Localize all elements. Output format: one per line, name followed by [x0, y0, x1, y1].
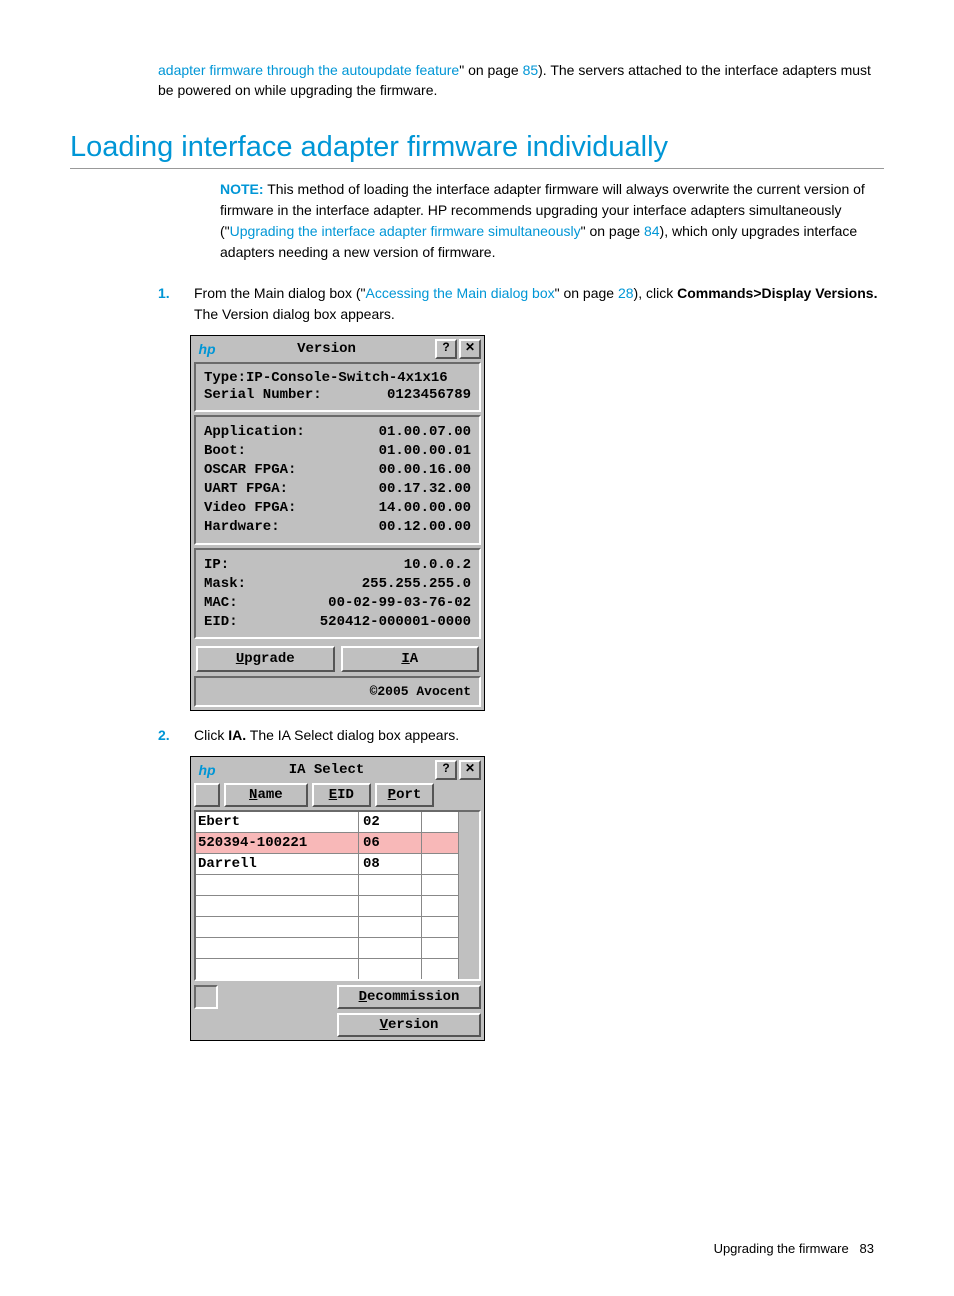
- list-item[interactable]: [196, 959, 458, 979]
- list-item[interactable]: [196, 875, 458, 896]
- hp-logo-icon: hp: [194, 341, 220, 357]
- ia-select-dialog: hp IA Select ? ✕ Name EID Port Ebert02 5…: [190, 756, 485, 1041]
- version-type-panel: Type:IP-Console-Switch-4x1x16 Serial Num…: [194, 362, 481, 413]
- note-link[interactable]: Upgrading the interface adapter firmware…: [230, 223, 581, 239]
- decommission-button[interactable]: Decommission: [337, 985, 481, 1009]
- close-icon[interactable]: ✕: [459, 339, 481, 359]
- page-heading: Loading interface adapter firmware indiv…: [70, 131, 884, 169]
- scrollbar[interactable]: [458, 812, 479, 979]
- step-2: 2. Click IA. The IA Select dialog box ap…: [158, 725, 884, 746]
- ia-list: Ebert02 520394-10022106 Darrell08: [194, 810, 481, 981]
- intro-paragraph: adapter firmware through the autoupdate …: [158, 60, 884, 101]
- version-components-panel: Application:01.00.07.00 Boot:01.00.00.01…: [194, 415, 481, 544]
- close-icon[interactable]: ✕: [459, 760, 481, 780]
- col-name-header[interactable]: Name: [224, 783, 308, 807]
- note-label: NOTE:: [220, 181, 264, 197]
- help-icon[interactable]: ?: [435, 760, 457, 780]
- list-item[interactable]: Darrell08: [196, 854, 458, 875]
- step-1-number: 1.: [158, 283, 170, 304]
- copyright-text: ©2005 Avocent: [194, 676, 481, 707]
- help-icon[interactable]: ?: [435, 339, 457, 359]
- sort-toggle-icon[interactable]: [194, 783, 220, 807]
- version-button[interactable]: Version: [337, 1013, 481, 1037]
- list-item[interactable]: [196, 938, 458, 959]
- version-dialog: hp Version ? ✕ Type:IP-Console-Switch-4x…: [190, 335, 485, 712]
- version-titlebar: hp Version ? ✕: [194, 339, 481, 359]
- ia-title: IA Select: [220, 762, 433, 778]
- version-title: Version: [220, 341, 433, 357]
- note-block: NOTE: This method of loading the interfa…: [220, 179, 870, 263]
- ia-titlebar: hp IA Select ? ✕: [194, 760, 481, 780]
- intro-link[interactable]: adapter firmware through the autoupdate …: [158, 62, 459, 78]
- select-all-checkbox[interactable]: [194, 985, 218, 1009]
- step1-link[interactable]: Accessing the Main dialog box: [366, 285, 555, 301]
- step-2-number: 2.: [158, 725, 170, 746]
- ia-sort-tabs: Name EID Port: [194, 783, 481, 807]
- step-1: 1. From the Main dialog box ("Accessing …: [158, 283, 884, 325]
- list-item[interactable]: [196, 917, 458, 938]
- intro-page-link[interactable]: 85: [523, 62, 539, 78]
- list-item[interactable]: 520394-10022106: [196, 833, 458, 854]
- version-network-panel: IP:10.0.0.2 Mask:255.255.255.0 MAC:00-02…: [194, 548, 481, 640]
- hp-logo-icon: hp: [194, 762, 220, 778]
- list-item[interactable]: [196, 896, 458, 917]
- list-item[interactable]: Ebert02: [196, 812, 458, 833]
- step1-page-link[interactable]: 28: [618, 285, 634, 301]
- page-footer: Upgrading the firmware 83: [70, 1241, 884, 1256]
- ia-button[interactable]: IA: [341, 646, 480, 672]
- upgrade-button[interactable]: Upgrade: [196, 646, 335, 672]
- col-port-header[interactable]: Port: [375, 783, 434, 807]
- col-eid-header[interactable]: EID: [312, 783, 371, 807]
- note-page-link[interactable]: 84: [644, 223, 660, 239]
